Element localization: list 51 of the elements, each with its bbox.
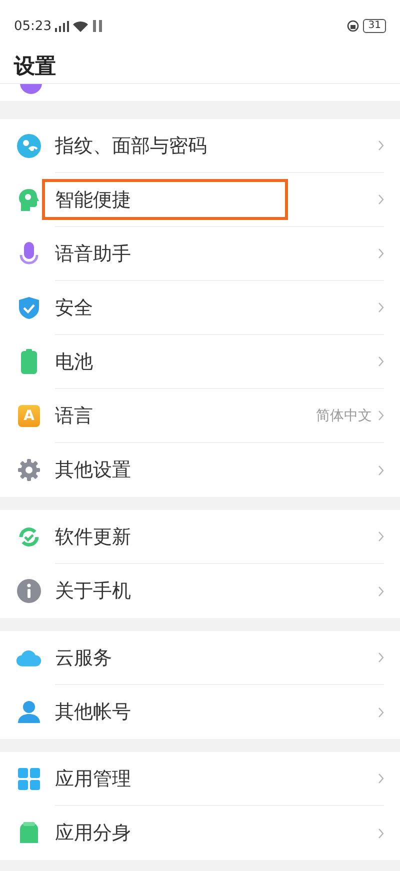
chevron-icon xyxy=(378,586,384,596)
settings-item[interactable]: 应用分身 xyxy=(0,806,400,860)
clock: 05:23 xyxy=(14,18,52,34)
shield-icon xyxy=(18,296,40,320)
android-icon xyxy=(18,821,40,845)
chevron-icon xyxy=(378,356,384,367)
wifi-icon xyxy=(73,20,88,32)
info-icon xyxy=(17,579,41,603)
chevron-icon xyxy=(378,828,384,838)
chevron-icon xyxy=(378,464,384,476)
settings-item[interactable]: 关于手机 xyxy=(0,564,400,618)
microphone-icon xyxy=(19,241,39,267)
cloud-icon xyxy=(16,648,42,668)
item-label: 云服务 xyxy=(55,646,112,670)
chevron-icon xyxy=(378,706,384,718)
chevron-icon xyxy=(378,410,384,421)
face-unlock-icon xyxy=(17,134,41,158)
item-label: 软件更新 xyxy=(55,524,131,550)
chevron-icon xyxy=(378,140,384,151)
chevron-icon xyxy=(378,652,384,663)
chevron-icon xyxy=(378,773,384,784)
battery-level: 31 xyxy=(363,19,386,33)
chevron-icon xyxy=(378,531,384,542)
item-label: 安全 xyxy=(55,296,93,320)
chevron-icon xyxy=(378,302,384,313)
refresh-icon xyxy=(17,525,41,549)
person-icon xyxy=(17,700,41,724)
page-title: 设置 xyxy=(12,53,57,80)
head-icon xyxy=(17,188,41,212)
item-label: 应用管理 xyxy=(55,766,131,792)
rotation-lock-icon xyxy=(347,20,360,32)
grid-icon xyxy=(18,768,40,790)
item-label: 其他帐号 xyxy=(55,700,131,725)
item-value: 简体中文 xyxy=(316,406,372,424)
signal-icon xyxy=(55,20,70,32)
item-label: 指纹、面部与密码 xyxy=(55,134,207,158)
item-label: 电池 xyxy=(55,350,93,374)
item-label: 应用分身 xyxy=(55,821,131,846)
item-label: 语言 xyxy=(55,404,93,428)
language-icon: A xyxy=(18,405,40,427)
settings-item[interactable]: 其他帐号 xyxy=(0,685,400,739)
settings-item[interactable]: 其他设置 xyxy=(0,443,400,497)
settings-icon xyxy=(17,458,41,482)
chevron-icon xyxy=(378,248,384,259)
battery-icon xyxy=(20,349,38,375)
item-label: 智能便捷 xyxy=(55,188,131,212)
data-icon xyxy=(92,20,104,32)
chevron-icon xyxy=(378,194,384,205)
item-label: 其他设置 xyxy=(55,458,131,483)
item-label: 语音助手 xyxy=(55,242,131,266)
item-label: 关于手机 xyxy=(55,579,131,604)
